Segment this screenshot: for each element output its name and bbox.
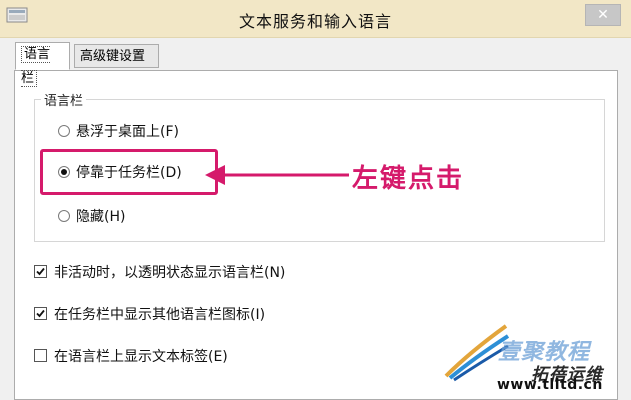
checkmark-icon [36,309,45,318]
title-bar: 文本服务和输入语言 ✕ [0,0,631,38]
close-icon: ✕ [597,7,609,23]
checkmark-icon [36,267,45,276]
close-button[interactable]: ✕ [585,4,621,26]
highlight-box [40,149,218,195]
group-legend: 语言栏 [41,90,87,109]
annotation-text: 左键点击 [352,164,465,194]
option-label-hidden: 隐藏(H) [76,209,126,225]
checkbox-label-show-text-labels: 在语言栏上显示文本标签(E) [54,349,228,365]
checkbox-show-text-labels[interactable] [34,349,47,362]
checkbox-label-transparent-when-inactive: 非活动时，以透明状态显示语言栏(N) [54,265,286,281]
checkbox-transparent-when-inactive[interactable] [34,265,47,278]
tab-language-bar[interactable]: 语言栏 [15,42,70,87]
checkbox-show-additional-icons[interactable] [34,307,47,320]
pointer-arrow-icon [205,165,349,185]
tab-advanced-key-settings-label: 高级键设置 [80,49,146,64]
window-title: 文本服务和输入语言 [238,12,392,31]
watermark-url: www.tlltd.cn [497,377,603,393]
radio-hidden[interactable] [58,210,70,222]
tab-advanced-key-settings[interactable]: 高级键设置 [74,44,159,68]
option-label-float-on-desktop: 悬浮于桌面上(F) [76,124,179,140]
radio-float-on-desktop[interactable] [58,125,70,137]
checkbox-label-show-additional-icons: 在任务栏中显示其他语言栏图标(I) [54,307,266,323]
tab-bar: 语言栏 高级键设置 [0,42,631,87]
